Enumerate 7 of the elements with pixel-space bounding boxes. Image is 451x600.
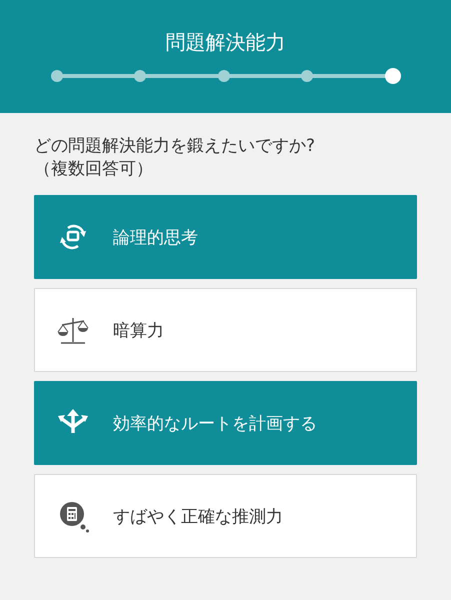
screen-title: 問題解決能力	[166, 29, 286, 56]
answer-option[interactable]: すばやく正確な推測力	[34, 474, 417, 558]
answer-option[interactable]: 論理的思考	[34, 195, 417, 279]
question-text: どの問題解決能力を鍛えたいですか?	[34, 135, 316, 158]
question-note: （複数回答可）	[34, 158, 154, 181]
answer-option[interactable]: 暗算力	[34, 288, 417, 372]
answer-option[interactable]: 効率的なルートを計画する	[34, 381, 417, 465]
